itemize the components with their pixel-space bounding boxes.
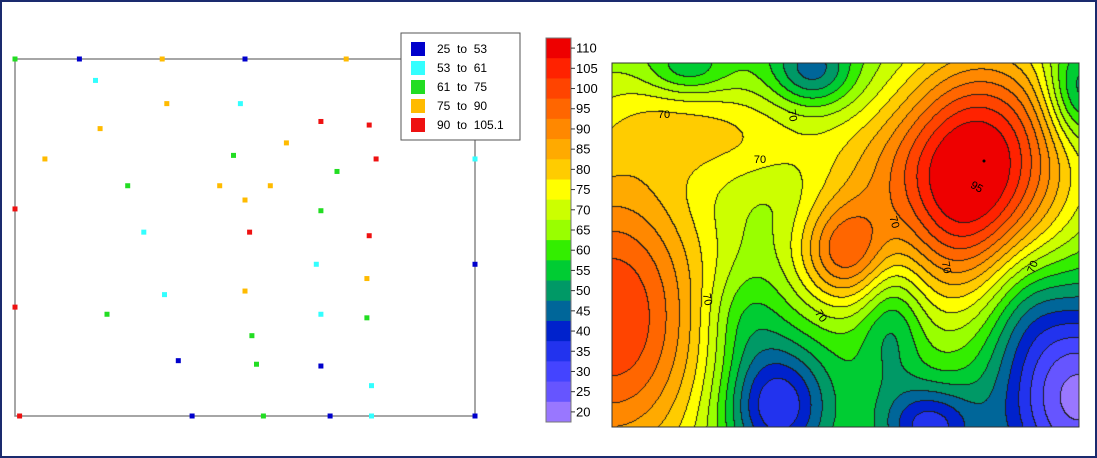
data-point	[267, 183, 273, 189]
legend-label: 75 to 90	[437, 99, 487, 113]
data-point	[318, 363, 324, 369]
data-point	[366, 122, 372, 128]
data-point	[162, 292, 167, 298]
data-point	[125, 183, 131, 189]
data-point	[17, 413, 23, 419]
data-point	[327, 413, 333, 419]
legend-label: 25 to 53	[437, 42, 487, 56]
data-point	[247, 229, 253, 235]
data-point	[369, 383, 374, 389]
data-point	[97, 126, 103, 132]
scatter-plot: 25 to 53 53 to 61 61 to 75 75 to 90 90 to 10…	[12, 32, 521, 419]
data-point	[242, 197, 248, 203]
legend-swatch	[411, 42, 425, 56]
data-point	[472, 156, 478, 162]
data-point	[217, 183, 223, 189]
data-point	[472, 261, 478, 267]
legend-swatch	[411, 61, 425, 75]
data-point	[366, 233, 372, 239]
data-point	[237, 101, 243, 107]
data-point	[141, 229, 147, 235]
data-point	[12, 304, 18, 310]
data-point	[42, 156, 48, 162]
data-point	[334, 168, 340, 174]
data-point	[254, 361, 259, 367]
data-point	[189, 413, 195, 419]
data-point	[318, 118, 324, 124]
scatter-legend: 25 to 53 53 to 61 61 to 75 75 to 90 90 to 10…	[400, 32, 521, 141]
data-point	[159, 56, 165, 62]
data-point	[318, 311, 324, 317]
data-point	[249, 333, 255, 339]
legend-swatch	[411, 80, 425, 94]
data-point	[343, 56, 349, 62]
data-point	[318, 208, 324, 214]
data-point	[364, 315, 370, 321]
legend-label: 53 to 61	[437, 61, 487, 75]
legend-swatch	[411, 99, 425, 113]
data-point	[472, 413, 478, 419]
data-point	[242, 288, 248, 294]
data-point	[313, 261, 319, 267]
data-point	[242, 56, 248, 62]
data-point	[104, 311, 110, 317]
legend-swatch	[411, 118, 425, 132]
data-point	[260, 413, 266, 419]
data-point	[175, 358, 181, 364]
legend-label: 61 to 75	[437, 80, 487, 94]
data-point	[76, 56, 82, 62]
data-point	[93, 77, 98, 83]
data-point	[231, 152, 236, 158]
data-point	[283, 140, 289, 146]
data-point	[369, 413, 374, 419]
data-point	[164, 101, 170, 107]
data-point	[373, 156, 379, 162]
data-point	[364, 276, 370, 282]
legend-label: 90 to 105.1	[437, 118, 504, 132]
data-point	[12, 206, 18, 212]
data-point	[12, 56, 18, 62]
